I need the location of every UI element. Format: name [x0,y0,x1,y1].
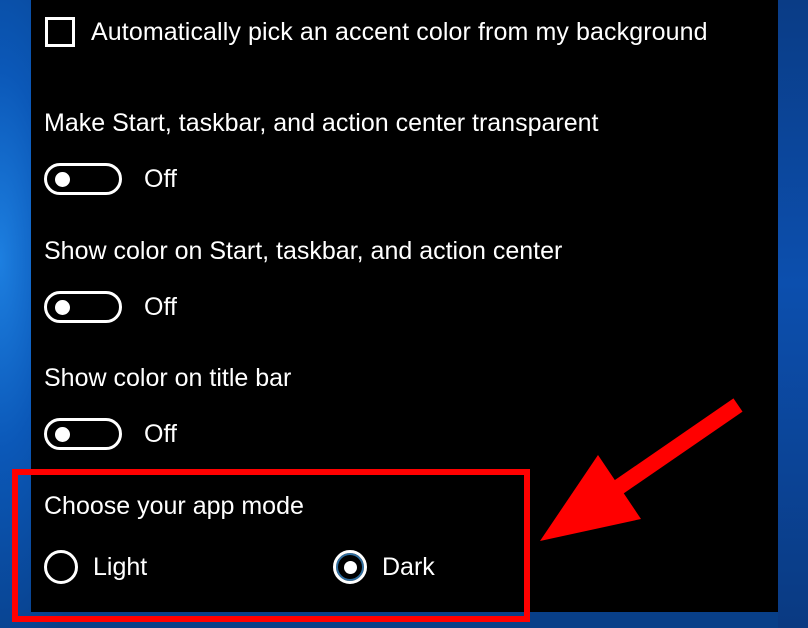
color-start-setting-title: Show color on Start, taskbar, and action… [44,237,563,265]
toggle-knob-icon [55,171,70,187]
transparency-setting-title: Make Start, taskbar, and action center t… [44,109,599,137]
auto-accent-checkbox[interactable] [45,17,75,47]
app-mode-dark-option[interactable]: Dark [333,550,435,584]
transparency-toggle[interactable] [44,163,122,195]
dark-radio-label: Dark [382,552,435,581]
color-start-toggle-row[interactable]: Off [44,291,177,323]
toggle-knob-icon [55,426,70,442]
light-radio-button[interactable] [44,550,78,584]
toggle-knob-icon [55,299,70,315]
auto-accent-row[interactable]: Automatically pick an accent color from … [45,17,708,47]
color-start-toggle[interactable] [44,291,122,323]
app-mode-title: Choose your app mode [44,492,304,520]
auto-accent-label: Automatically pick an accent color from … [91,17,708,46]
color-titlebar-toggle-state: Off [144,419,177,448]
dark-radio-button[interactable] [333,550,367,584]
transparency-toggle-row[interactable]: Off [44,163,177,195]
radio-selected-dot-icon [343,560,357,574]
color-titlebar-setting-title: Show color on title bar [44,364,292,392]
light-radio-label: Light [93,552,148,581]
color-titlebar-toggle[interactable] [44,418,122,450]
app-mode-light-option[interactable]: Light [44,550,147,584]
colors-settings-panel: Automatically pick an accent color from … [31,0,778,612]
color-titlebar-toggle-row[interactable]: Off [44,418,177,450]
transparency-toggle-state: Off [144,164,177,193]
desktop-wallpaper-right [778,0,808,628]
color-start-toggle-state: Off [144,292,177,321]
